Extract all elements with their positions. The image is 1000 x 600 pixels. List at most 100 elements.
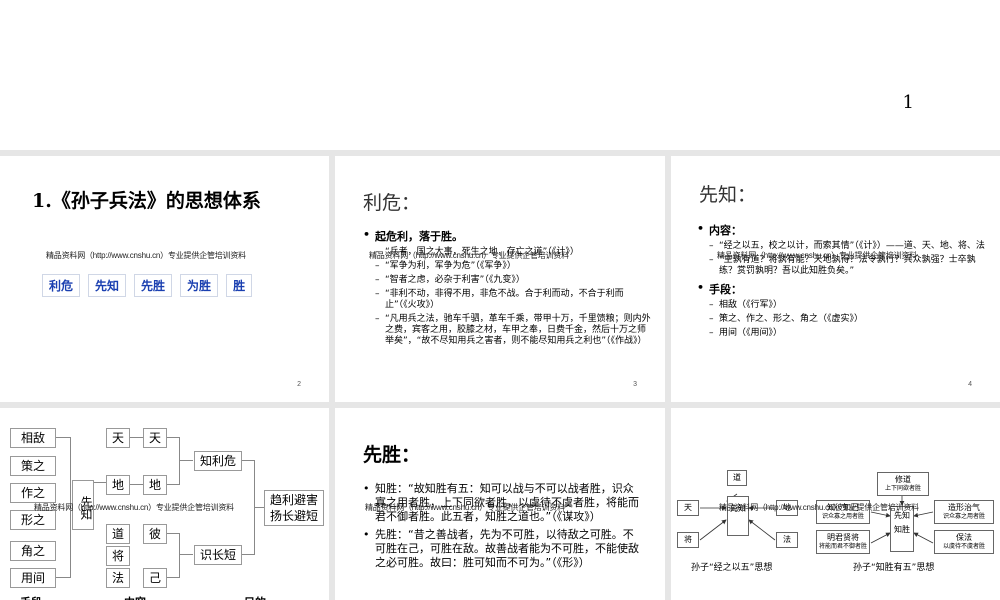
box-subtitle: 将能而君不御者胜 bbox=[818, 543, 867, 550]
connector bbox=[179, 554, 193, 555]
goal-line: 趋利避害 bbox=[269, 493, 318, 507]
content-box: 天 bbox=[143, 428, 167, 448]
means-box: 用间 bbox=[10, 568, 56, 588]
chain-item: 先知 bbox=[88, 274, 127, 297]
slide-title: 1.《孙子兵法》的思想体系 bbox=[32, 190, 261, 212]
footer-label: 内容 bbox=[124, 594, 146, 600]
slide-4: 先知： 内容： “经之以五，校之以计，而索其情”（《计》）——道、天、地、将、法… bbox=[671, 156, 1000, 402]
concept-chain: 利危 先知 先胜 为胜 胜 bbox=[42, 274, 260, 297]
goal-line: 扬长避短 bbox=[269, 509, 318, 523]
watermark-text: 精品资料网（http://www.cnshu.cn）专业提供企管培训资料 bbox=[46, 251, 246, 260]
means-box: 作之 bbox=[10, 483, 56, 503]
watermark-text: 精品资料网（http://www.cnshu.cn）专业提供企管培训资料 bbox=[365, 503, 565, 512]
sub-bullet: “非利不动，非得不用，非危不战。合于利而动，不合于利而止”（《火攻》） bbox=[375, 289, 653, 311]
bullet-list: 内容： “经之以五，校之以计，而索其情”（《计》）——道、天、地、将、法 “主孰… bbox=[697, 222, 987, 342]
box-subtitle: 识众寡之用者胜 bbox=[942, 513, 985, 520]
connector bbox=[56, 577, 70, 578]
connector bbox=[242, 554, 254, 555]
result-box: 识长短 bbox=[194, 545, 242, 565]
main-bullet: 手段： bbox=[697, 281, 987, 297]
sub-bullet: “凡用兵之法，驰车千驷，革车千乘，带甲十万，千里馈粮；则内外之费，宾客之用，胶膝… bbox=[375, 314, 653, 347]
connector bbox=[167, 437, 179, 438]
main-bullet: 先胜：“昔之善战者，先为不可胜，以待敌之可胜。不可胜在己，可胜在敌。故善战者能为… bbox=[363, 528, 639, 570]
slide-2: 1.《孙子兵法》的思想体系 精品资料网（http://www.cnshu.cn）… bbox=[0, 156, 329, 402]
footer-label: 目的 bbox=[244, 594, 266, 600]
connector bbox=[179, 533, 180, 578]
sub-bullet: 用间（《用间》） bbox=[709, 328, 987, 339]
content-box: 法 bbox=[106, 568, 130, 588]
sub-bullet: 策之、作之、形之、角之（《虚实》） bbox=[709, 314, 987, 325]
connector bbox=[94, 482, 106, 483]
main-bullet: 起危利，落于胜。 bbox=[363, 228, 653, 244]
slide-heading: 利危： bbox=[363, 192, 421, 214]
diagram-box: 道 bbox=[727, 470, 747, 486]
main-bullet: 内容： bbox=[697, 222, 987, 238]
means-box: 策之 bbox=[10, 456, 56, 476]
diagram-box: 修道 上下同欲者胜 bbox=[877, 472, 929, 496]
connector bbox=[167, 577, 179, 578]
content-box: 地 bbox=[143, 475, 167, 495]
chain-item: 先胜 bbox=[134, 274, 173, 297]
diagram-box: 法 bbox=[776, 532, 798, 548]
bullet-list: 起危利，落于胜。 “兵者，国之大事，死生之地，存亡之道”（《计》） “军争为利，… bbox=[363, 228, 653, 350]
sub-bullet: “智者之虑，必杂于利害”（《九变》） bbox=[375, 275, 653, 286]
center-label: 知胜 bbox=[894, 525, 910, 534]
watermark-text: 精品资料网（http://www.cnshu.cn）专业提供企管培训资料 bbox=[717, 251, 917, 260]
connector bbox=[130, 437, 143, 438]
page-number: 3 bbox=[633, 381, 637, 388]
connector bbox=[130, 484, 143, 485]
connector bbox=[179, 460, 193, 461]
slide-5: 相敌 策之 作之 形之 角之 用间 先知 天 地 道 将 法 天 地 彼 己 知… bbox=[0, 408, 329, 600]
diagram-box: 天 bbox=[677, 500, 699, 516]
connector bbox=[56, 437, 70, 438]
watermark-text: 精品资料网（http://www.cnshu.cn）专业提供企管培训资料 bbox=[369, 251, 569, 260]
sub-bullet: “军争为利，军争为危”（《军争》） bbox=[375, 261, 653, 272]
chain-item: 胜 bbox=[226, 274, 253, 297]
content-box: 道 bbox=[106, 524, 130, 544]
connector bbox=[167, 484, 179, 485]
means-box: 相敌 bbox=[10, 428, 56, 448]
bullet-list: 知胜：“故知胜有五：知可以战与不可以战者胜，识众寡之用者胜，上下同欲者胜，以虞待… bbox=[363, 482, 639, 574]
connector bbox=[242, 460, 254, 461]
slide-heading: 先胜： bbox=[363, 444, 421, 466]
content-box: 己 bbox=[143, 568, 167, 588]
watermark-text: 精品资料网（http://www.cnshu.cn）专业提供企管培训资料 bbox=[719, 503, 919, 512]
diagram-box: 保法 以虞待不虞者胜 bbox=[934, 530, 994, 554]
slide-heading: 先知： bbox=[699, 184, 757, 206]
box-title: 明君贤将 bbox=[827, 533, 859, 542]
means-box: 形之 bbox=[10, 510, 56, 530]
slide-3: 利危： 起危利，落于胜。 “兵者，国之大事，死生之地，存亡之道”（《计》） “军… bbox=[335, 156, 665, 402]
content-box: 将 bbox=[106, 546, 130, 566]
slide-6: 先胜： 知胜：“故知胜有五：知可以战与不可以战者胜，识众寡之用者胜，上下同欲者胜… bbox=[335, 408, 665, 600]
box-title: 保法 bbox=[956, 533, 972, 542]
diagram-caption: 孙子“知胜有五”思想 bbox=[853, 563, 935, 573]
box-subtitle: 以虞待不虞者胜 bbox=[942, 543, 985, 550]
diagram-caption: 孙子“经之以五”思想 bbox=[691, 563, 773, 573]
box-subtitle: 上下同欲者胜 bbox=[884, 485, 921, 492]
content-box: 彼 bbox=[143, 524, 167, 544]
slide-1: 1 bbox=[0, 0, 1000, 150]
chain-item: 利危 bbox=[42, 274, 81, 297]
content-box: 地 bbox=[106, 475, 130, 495]
diagram-box: 造形治气 识众寡之用者胜 bbox=[934, 500, 994, 524]
box-title: 造形治气 bbox=[948, 503, 980, 512]
page-number: 1 bbox=[902, 92, 914, 113]
means-box: 角之 bbox=[10, 541, 56, 561]
box-title: 修道 bbox=[895, 475, 911, 484]
watermark-text: 精品资料网（http://www.cnshu.cn）专业提供企管培训资料 bbox=[34, 503, 234, 512]
connector bbox=[254, 507, 264, 508]
slide-7: 道 天 先知 地 将 法 孙子“经之以五”思想 修道 上下同欲者胜 知彼知己 识… bbox=[671, 408, 1000, 600]
connector bbox=[167, 533, 179, 534]
diagram-box: 将 bbox=[677, 532, 699, 548]
chain-item: 为胜 bbox=[180, 274, 219, 297]
page-number: 4 bbox=[968, 381, 972, 388]
sub-bullet: 相敌（《行军》） bbox=[709, 300, 987, 311]
box-subtitle: 识众寡之用者胜 bbox=[821, 513, 864, 520]
result-box: 知利危 bbox=[194, 451, 242, 471]
footer-label: 手段 bbox=[20, 594, 42, 600]
diagram-box: 明君贤将 将能而君不御者胜 bbox=[816, 530, 870, 554]
page-number: 2 bbox=[297, 381, 301, 388]
content-box: 天 bbox=[106, 428, 130, 448]
goal-box: 趋利避害 扬长避短 bbox=[264, 490, 324, 526]
connector bbox=[179, 437, 180, 485]
